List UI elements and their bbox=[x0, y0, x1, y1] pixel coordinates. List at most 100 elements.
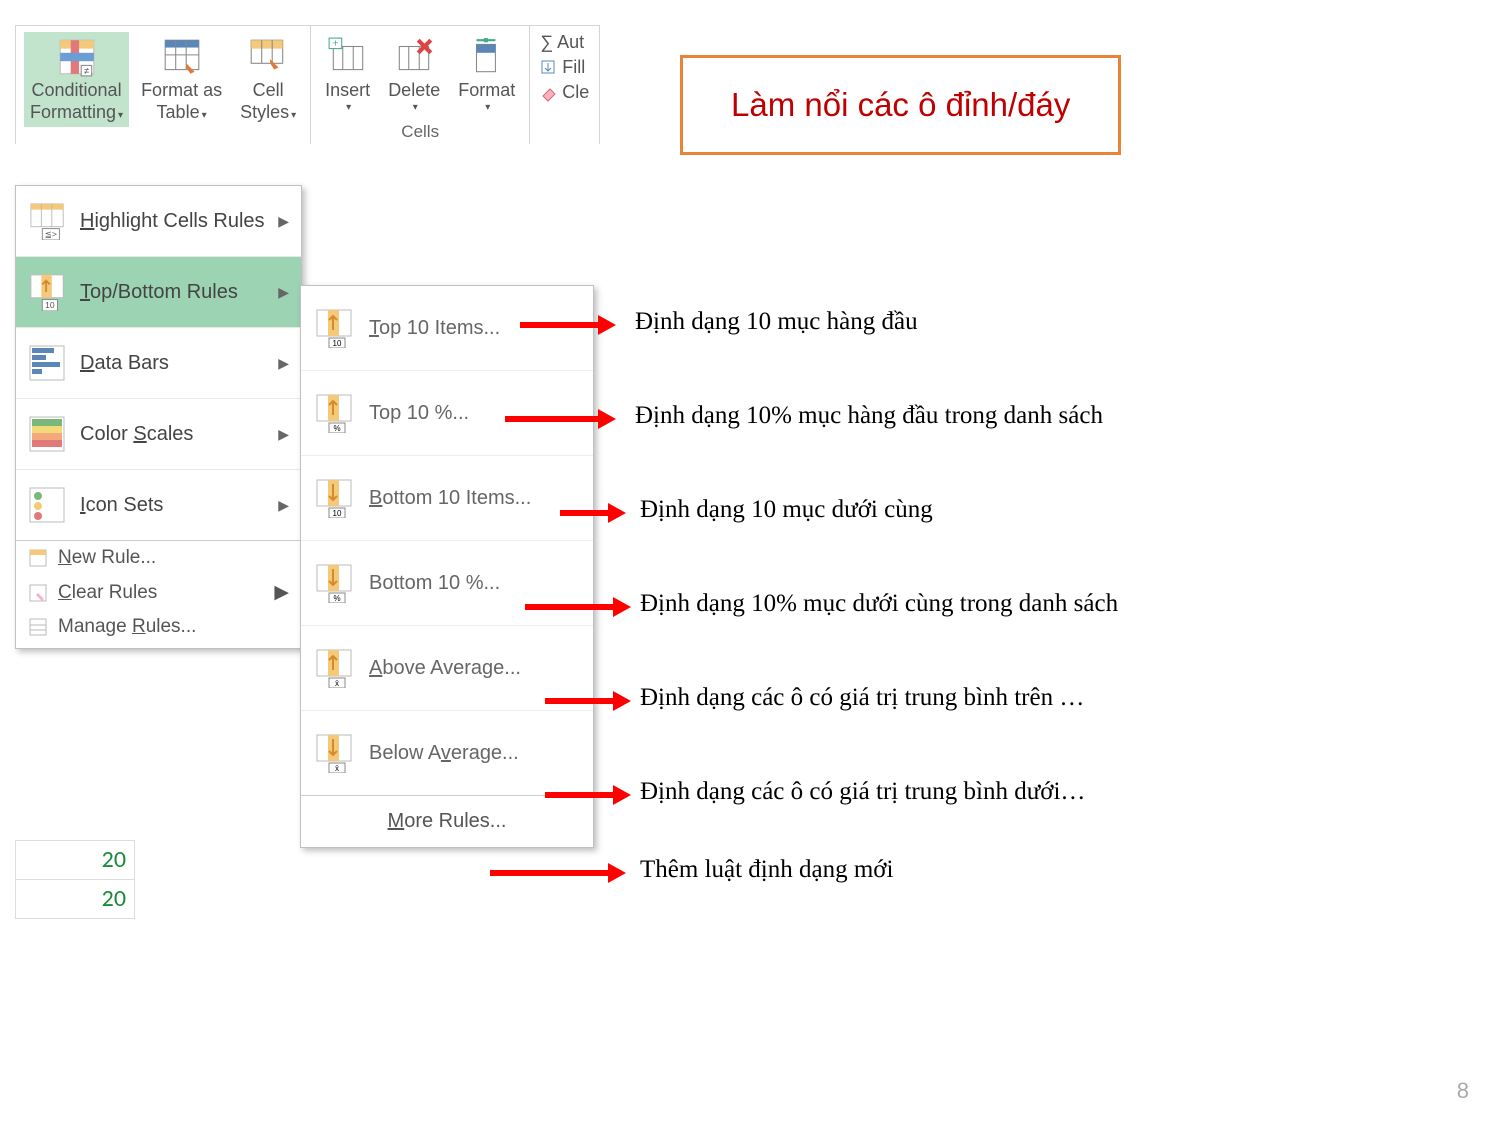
new-rule-item[interactable]: New Rule... bbox=[16, 541, 301, 575]
b10p-label: Bottom 10 %... bbox=[369, 572, 500, 595]
conditional-formatting-button[interactable]: ≠ Conditional Formatting▾ bbox=[24, 32, 129, 127]
new-rule-label: New Rule... bbox=[58, 547, 156, 569]
annotation-bottom10pct: Định dạng 10% mục dưới cùng trong danh s… bbox=[640, 590, 1118, 618]
dropdown-icon: ▾ bbox=[118, 110, 123, 121]
submenu-arrow-icon: ▶ bbox=[274, 581, 289, 604]
submenu-arrow-icon: ▶ bbox=[278, 426, 289, 443]
color-scales-item[interactable]: Color Scales ▶ bbox=[16, 399, 301, 470]
top-bottom-rules-item[interactable]: 10 Top/Bottom Rules▶ bbox=[16, 257, 301, 328]
manage-rules-item[interactable]: Manage Rules... bbox=[16, 610, 301, 648]
bottom-10-percent[interactable]: % Bottom 10 %... bbox=[301, 541, 593, 626]
bottom-10-items[interactable]: 10 Bottom 10 Items... bbox=[301, 456, 593, 541]
annotation-top10items: Định dạng 10 mục hàng đầu bbox=[635, 308, 918, 336]
highlight-cells-icon: ≦> bbox=[28, 202, 68, 240]
annotation-top10pct: Định dạng 10% mục hàng đầu trong danh sá… bbox=[635, 402, 1103, 430]
delete-icon bbox=[393, 36, 435, 78]
svg-text:10: 10 bbox=[45, 300, 55, 310]
dropdown-icon: ▾ bbox=[202, 110, 207, 121]
format-as-table-button[interactable]: Format as Table▾ bbox=[135, 32, 228, 127]
fill-icon bbox=[540, 59, 558, 77]
sheet-cells: 20 20 bbox=[15, 840, 135, 919]
cs-label: Color Scales bbox=[80, 423, 193, 446]
above-label: Above Average... bbox=[369, 657, 521, 680]
more-rules[interactable]: More Rules... bbox=[301, 796, 593, 847]
clear-rules-icon bbox=[28, 583, 48, 603]
arrow-icon bbox=[525, 604, 615, 610]
annotation-bottom10items: Định dạng 10 mục dưới cùng bbox=[640, 496, 933, 524]
arrow-icon bbox=[490, 870, 610, 876]
format-icon bbox=[466, 36, 508, 78]
ribbon: ≠ Conditional Formatting▾ Format as Tabl… bbox=[15, 25, 600, 144]
autosum-button[interactable]: ∑ Aut bbox=[540, 32, 589, 53]
clear-label: Cle bbox=[562, 82, 589, 103]
bottom-10-items-icon: 10 bbox=[315, 478, 355, 518]
title-box: Làm nổi các ô đỉnh/đáy bbox=[680, 55, 1121, 155]
svg-text:+: + bbox=[332, 38, 338, 50]
data-bars-icon bbox=[28, 344, 68, 382]
format-label: Format bbox=[458, 80, 515, 102]
t10i-label: Top 10 Items... bbox=[369, 317, 500, 340]
clear-rules-item[interactable]: Clear Rules▶ bbox=[16, 575, 301, 610]
format-table-icon bbox=[161, 36, 203, 78]
below-average-icon: x̄ bbox=[315, 733, 355, 773]
arrow-icon bbox=[505, 416, 600, 422]
below-average[interactable]: x̄ Below Average... bbox=[301, 711, 593, 796]
t10p-label: Top 10 %... bbox=[369, 402, 469, 425]
top-10-items-icon: 10 bbox=[315, 308, 355, 348]
conditional-formatting-icon: ≠ bbox=[56, 36, 98, 78]
fill-button[interactable]: Fill bbox=[540, 57, 589, 78]
sum-icon: ∑ Aut bbox=[540, 32, 584, 53]
data-bars-item[interactable]: Data Bars ▶ bbox=[16, 328, 301, 399]
svg-text:≠: ≠ bbox=[83, 66, 88, 77]
top-10-percent[interactable]: % Top 10 %... bbox=[301, 371, 593, 456]
delete-button[interactable]: Delete ▾ bbox=[382, 32, 446, 118]
svg-text:10: 10 bbox=[333, 509, 342, 518]
fmt-label-2: Table bbox=[157, 102, 200, 122]
cf-label-2: Formatting bbox=[30, 102, 116, 122]
submenu-arrow-icon: ▶ bbox=[278, 355, 289, 372]
fill-label: Fill bbox=[562, 57, 585, 78]
insert-icon: + bbox=[327, 36, 369, 78]
arrow-icon bbox=[560, 510, 610, 516]
insert-button[interactable]: + Insert ▾ bbox=[319, 32, 376, 118]
highlight-cells-rules-item[interactable]: ≦> Highlight Cells Rules▶ bbox=[16, 186, 301, 257]
cs-label-2: Styles bbox=[240, 102, 289, 122]
ribbon-group-editing: ∑ Aut Fill Cle bbox=[530, 26, 599, 144]
cell[interactable]: 20 bbox=[15, 841, 135, 880]
more-rules-label: More Rules... bbox=[388, 810, 507, 832]
top-10-percent-icon: % bbox=[315, 393, 355, 433]
bottom-10-percent-icon: % bbox=[315, 563, 355, 603]
eraser-icon bbox=[540, 84, 558, 102]
annotation-above-avg: Định dạng các ô có giá trị trung bình tr… bbox=[640, 684, 1084, 712]
submenu-arrow-icon: ▶ bbox=[278, 497, 289, 514]
cf-label-1: Conditional bbox=[32, 80, 122, 102]
top-bottom-submenu: 10 Top 10 Items... % Top 10 %... 10 Bott… bbox=[300, 285, 594, 848]
below-label: Below Average... bbox=[369, 742, 519, 765]
svg-text:x̄: x̄ bbox=[335, 764, 339, 773]
delete-label: Delete bbox=[388, 80, 440, 102]
above-average-icon: x̄ bbox=[315, 648, 355, 688]
icon-sets-item[interactable]: Icon Sets▶ bbox=[16, 470, 301, 541]
manage-rules-icon bbox=[28, 617, 48, 637]
cell[interactable]: 20 bbox=[15, 880, 135, 919]
cell-styles-button[interactable]: Cell Styles▾ bbox=[234, 32, 302, 127]
clear-button[interactable]: Cle bbox=[540, 82, 589, 103]
icon-sets-icon bbox=[28, 486, 68, 524]
svg-text:≦>: ≦> bbox=[45, 229, 57, 239]
svg-text:%: % bbox=[333, 424, 340, 433]
fmt-label-1: Format as bbox=[141, 80, 222, 102]
cells-group-label: Cells bbox=[319, 122, 521, 142]
dropdown-icon: ▾ bbox=[291, 110, 296, 121]
conditional-formatting-menu: ≦> Highlight Cells Rules▶ 10 Top/Bottom … bbox=[15, 185, 302, 649]
color-scales-icon bbox=[28, 415, 68, 453]
arrow-icon bbox=[545, 698, 615, 704]
db-label: Data Bars bbox=[80, 352, 169, 375]
insert-label: Insert bbox=[325, 80, 370, 102]
dropdown-icon: ▾ bbox=[346, 102, 351, 114]
page-number: 8 bbox=[1457, 1078, 1469, 1104]
arrow-icon bbox=[520, 322, 600, 328]
top-bottom-icon: 10 bbox=[28, 273, 68, 311]
top-10-items[interactable]: 10 Top 10 Items... bbox=[301, 286, 593, 371]
format-button[interactable]: Format ▾ bbox=[452, 32, 521, 118]
dropdown-icon: ▾ bbox=[413, 102, 418, 114]
